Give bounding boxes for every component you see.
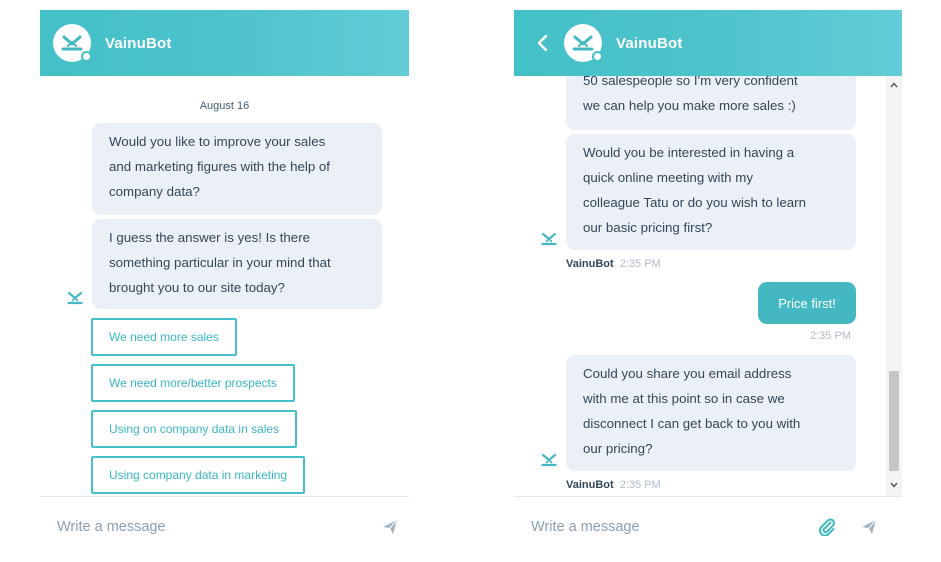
chat-header: VainuBot — [514, 10, 902, 76]
chat-header: VainuBot — [40, 10, 409, 76]
send-button[interactable] — [379, 516, 401, 538]
message-line: our pricing? — [583, 441, 653, 456]
quick-reply-label: We need more/better prospects — [109, 376, 277, 390]
bot-avatar — [53, 24, 92, 62]
message-line: I guess the answer is yes! Is there — [109, 230, 311, 245]
message-meta: VainuBot 2:35 PM — [566, 479, 661, 491]
scroll-thumb[interactable] — [889, 371, 899, 471]
bot-message: 50 salespeople so I'm very confident we … — [566, 76, 856, 130]
message-line: 50 salespeople so I'm very confident — [583, 76, 798, 88]
message-line: with me at this point so in case we — [583, 391, 785, 406]
message-composer — [514, 497, 902, 557]
message-line: our basic pricing first? — [583, 220, 713, 235]
send-icon — [862, 519, 877, 534]
bot-avatar — [564, 24, 603, 62]
chat-widget-left: VainuBot August 16 Would you like to imp… — [40, 10, 409, 562]
scroll-down-icon — [890, 482, 898, 488]
quick-reply-data-in-sales[interactable]: Using on company data in sales — [91, 410, 298, 448]
message-line: and marketing figures with the help of — [109, 159, 331, 174]
vainu-logo-icon — [572, 35, 594, 51]
back-chevron-icon — [537, 34, 548, 52]
online-status-dot — [592, 51, 603, 62]
user-message: Price first! — [758, 282, 856, 324]
back-button[interactable] — [528, 34, 556, 52]
send-icon — [383, 519, 398, 534]
vainu-logo-icon — [67, 291, 83, 305]
quick-reply-more-sales[interactable]: We need more sales — [91, 318, 237, 356]
message-line: something particular in your mind that — [109, 255, 331, 270]
message-meta: VainuBot 2:35 PM — [566, 258, 661, 270]
bot-name: VainuBot — [105, 34, 172, 52]
message-line: brought you to our site today? — [109, 280, 285, 295]
sender-name: VainuBot — [566, 258, 614, 270]
user-message-time: 2:35 PM — [810, 330, 851, 342]
message-line: Would you be interested in having a — [583, 145, 795, 160]
send-button[interactable] — [858, 516, 880, 538]
message-input[interactable] — [514, 512, 816, 542]
sender-name: VainuBot — [566, 479, 614, 491]
message-composer — [40, 497, 409, 557]
message-time: 2:35 PM — [619, 479, 661, 491]
vainu-logo-icon — [541, 453, 557, 467]
bot-message: Could you share you email address with m… — [566, 355, 856, 471]
quick-reply-label: Using company data in marketing — [109, 468, 288, 482]
bot-message: Would you like to improve your sales and… — [92, 123, 382, 215]
chat-widget-right: VainuBot 50 salespeople so I'm very conf… — [514, 10, 902, 562]
scroll-up-icon — [890, 82, 898, 88]
message-line: we can help you make more sales :) — [583, 98, 796, 113]
message-time: 2:35 PM — [619, 258, 661, 270]
scrollbar[interactable] — [886, 76, 902, 496]
attach-button[interactable] — [816, 516, 838, 538]
scroll-down-button[interactable] — [886, 478, 902, 492]
vainu-logo-icon — [541, 232, 557, 246]
quick-reply-data-in-marketing[interactable]: Using company data in marketing — [91, 456, 306, 494]
bot-name: VainuBot — [616, 34, 683, 52]
bot-message: I guess the answer is yes! Is there some… — [92, 219, 382, 309]
message-line: disconnect I can get back to you with — [583, 416, 801, 431]
message-line: Could you share you email address — [583, 366, 792, 381]
online-status-dot — [81, 51, 92, 62]
date-separator: August 16 — [199, 100, 250, 112]
scroll-up-button[interactable] — [886, 78, 902, 92]
message-input[interactable] — [40, 512, 379, 542]
vainu-logo-icon — [61, 35, 83, 51]
quick-reply-label: Using on company data in sales — [109, 422, 280, 436]
message-list[interactable]: 50 salespeople so I'm very confident we … — [514, 76, 886, 496]
quick-reply-label: We need more sales — [109, 330, 219, 344]
user-message-text: Price first! — [778, 295, 836, 311]
bot-message: Would you be interested in having a quic… — [566, 134, 856, 250]
message-line: quick online meeting with my — [583, 170, 753, 185]
quick-reply-better-prospects[interactable]: We need more/better prospects — [91, 364, 295, 402]
message-line: Would you like to improve your sales — [109, 134, 326, 149]
message-line: colleague Tatu or do you wish to learn — [583, 195, 806, 210]
paperclip-icon — [818, 518, 836, 536]
message-line: company data? — [109, 184, 200, 199]
